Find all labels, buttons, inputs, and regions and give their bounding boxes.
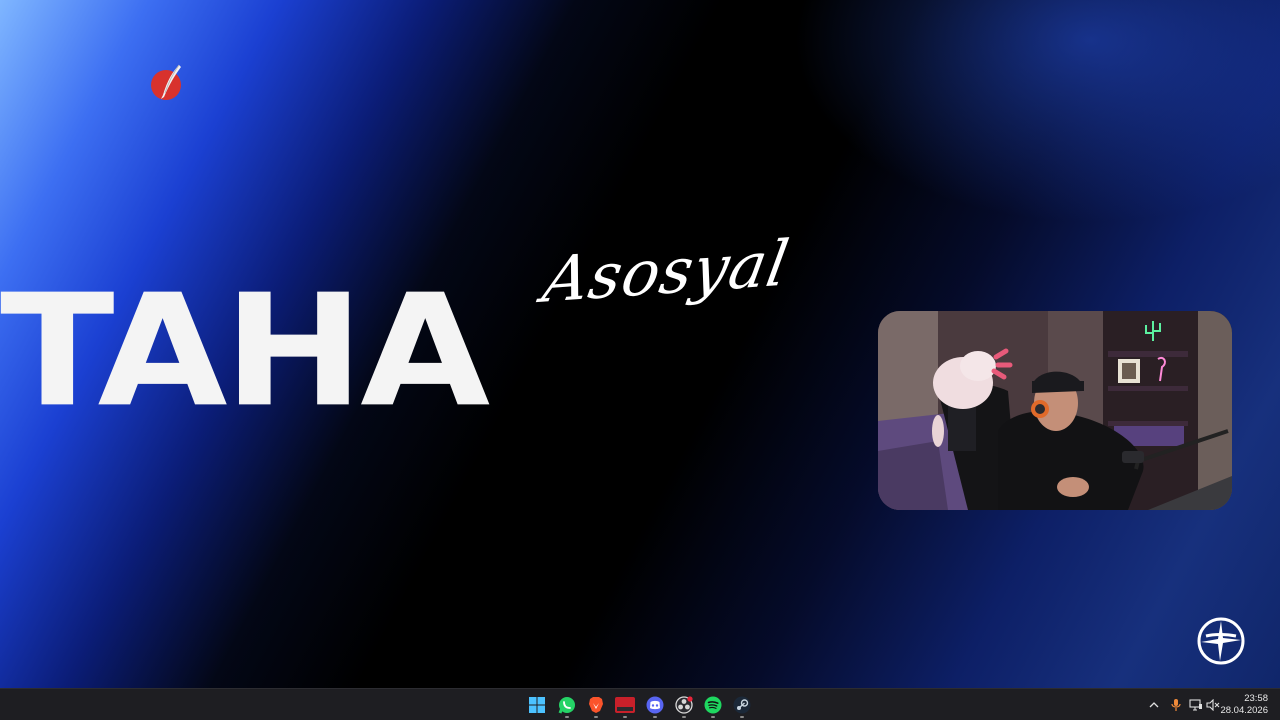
running-indicator [711, 716, 715, 718]
running-indicator [740, 716, 744, 718]
whatsapp-icon[interactable] [553, 691, 581, 719]
obs-icon[interactable] [670, 691, 698, 719]
webcam-feed [878, 311, 1232, 510]
clock-date: 28.04.2026 [1220, 705, 1268, 716]
desktop-wallpaper: TAHA Asosyal [0, 0, 1280, 688]
microphone-icon[interactable] [1167, 696, 1185, 714]
brave-browser-icon[interactable] [582, 691, 610, 719]
chevron-up-icon[interactable] [1145, 696, 1163, 714]
display-icon[interactable] [1187, 696, 1205, 714]
discord-icon[interactable] [641, 691, 669, 719]
running-indicator [653, 716, 657, 718]
running-indicator [594, 716, 598, 718]
spotify-icon[interactable] [699, 691, 727, 719]
running-indicator [682, 716, 686, 718]
steam-icon[interactable] [728, 691, 756, 719]
taskbar: 23:58 28.04.2026 [0, 688, 1280, 720]
wallpaper-script-word: Asosyal [537, 225, 795, 318]
red-quill-app-icon[interactable] [149, 63, 185, 103]
clock-time: 23:58 [1244, 693, 1268, 704]
running-indicator [623, 716, 627, 718]
windows-start-icon[interactable] [523, 691, 551, 719]
white-cross-circle-logo-icon[interactable] [1196, 616, 1246, 666]
voice-settings-app-icon[interactable] [611, 691, 639, 719]
running-indicator [565, 716, 569, 718]
wallpaper-main-word: TAHA [0, 260, 490, 442]
system-clock[interactable]: 23:58 28.04.2026 [1208, 693, 1268, 719]
